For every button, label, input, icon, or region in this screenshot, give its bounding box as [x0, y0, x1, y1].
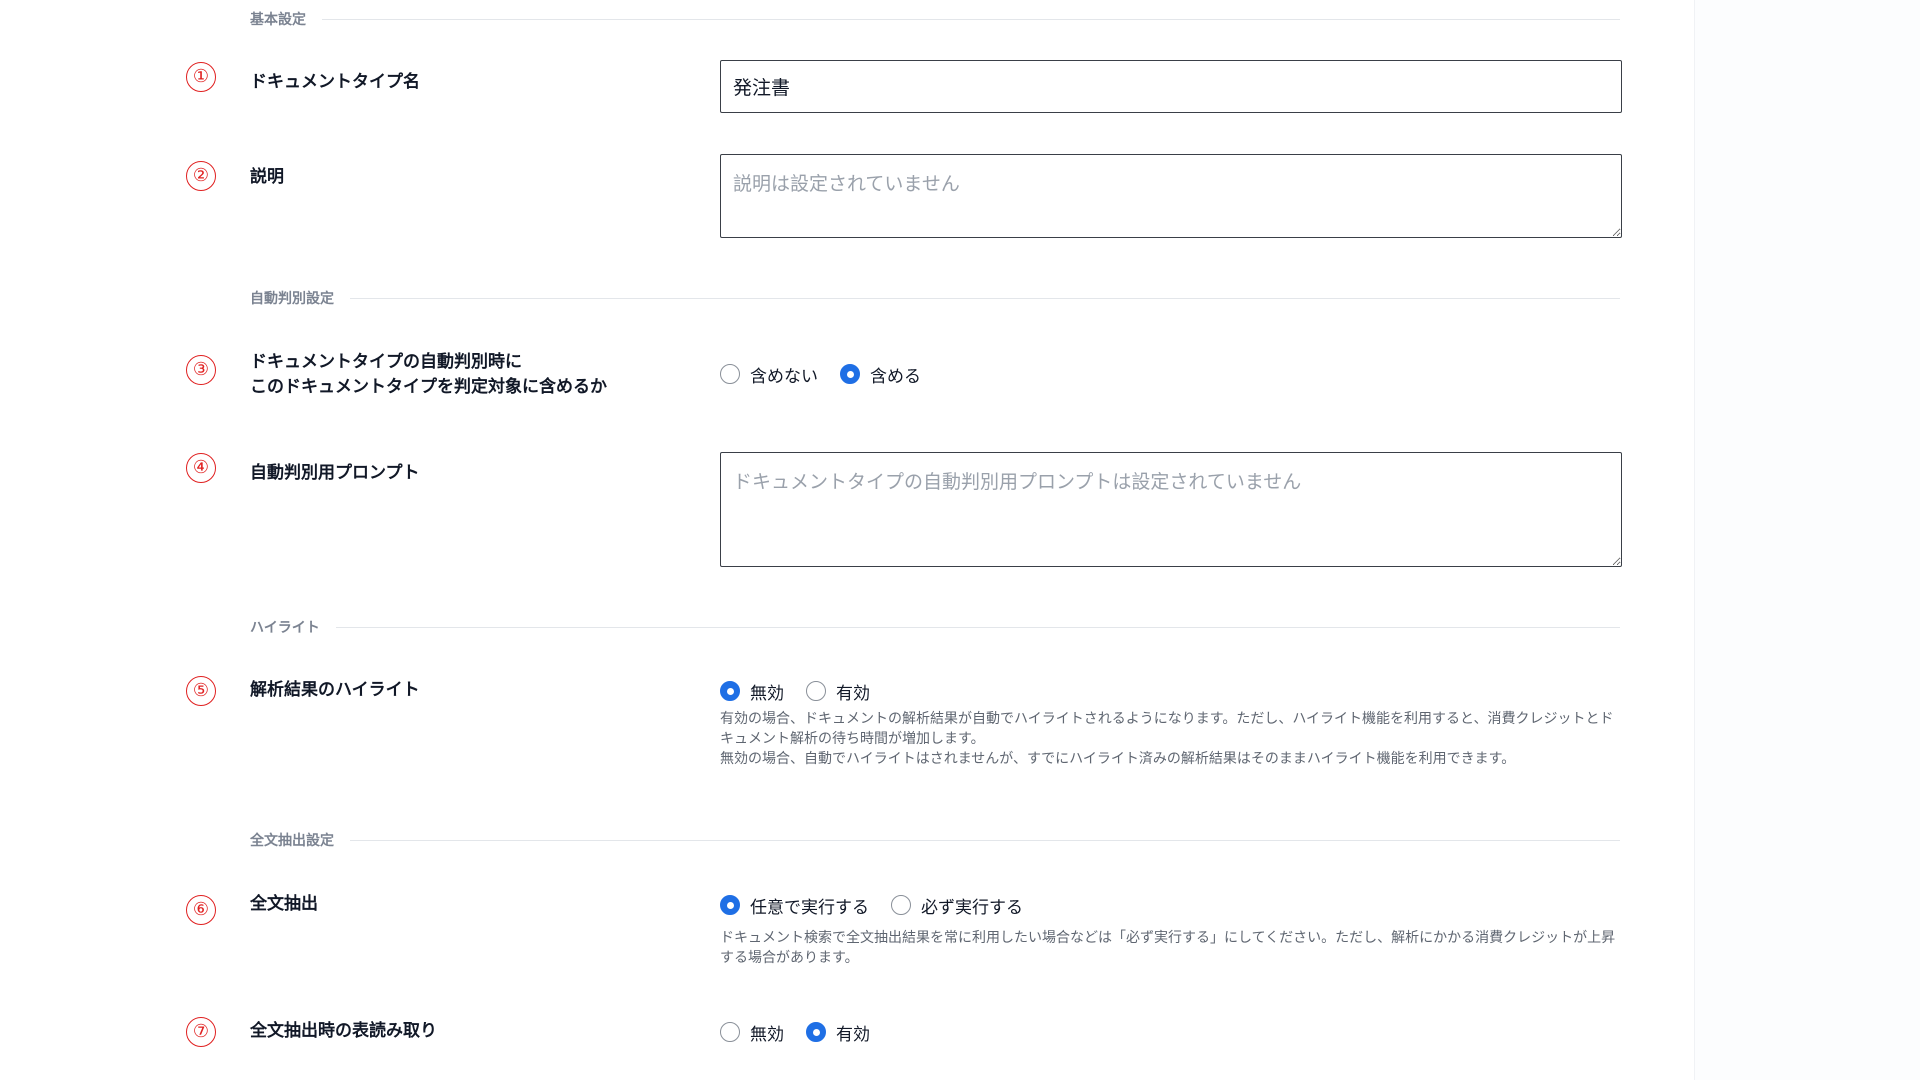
- marker-4: ④: [186, 453, 216, 483]
- section-fulltext: 全文抽出設定: [250, 830, 1620, 850]
- fulltext-help-text: ドキュメント検索で全文抽出結果を常に利用したい場合などは「必ず実行する」にしてく…: [720, 930, 1616, 966]
- doc-type-name-input[interactable]: [720, 60, 1622, 113]
- fulltext-table-option-disabled[interactable]: 無効: [720, 1020, 784, 1045]
- doc-type-name-label: ドキュメントタイプ名: [250, 72, 420, 92]
- radio-button-selected[interactable]: [720, 895, 740, 915]
- radio-label: 含める: [870, 366, 921, 387]
- radio-label: 必ず実行する: [921, 897, 1023, 918]
- radio-label: 無効: [750, 683, 784, 704]
- fulltext-table-label: 全文抽出時の表読み取り: [250, 1021, 437, 1041]
- auto-include-option-exclude[interactable]: 含めない: [720, 362, 818, 387]
- highlight-help-text: 有効の場合、ドキュメントの解析結果が自動でハイライトされるようになります。ただし…: [720, 709, 1625, 769]
- radio-button-selected[interactable]: [720, 681, 740, 701]
- highlight-help-disabled: 無効の場合、自動でハイライトはされませんが、すでにハイライト済みの解析結果はその…: [720, 751, 1516, 767]
- marker-1: ①: [186, 62, 216, 92]
- highlight-label: 解析結果のハイライト: [250, 680, 420, 700]
- right-side-panel: [1694, 0, 1920, 1080]
- fulltext-option-optional[interactable]: 任意で実行する: [720, 893, 869, 918]
- fulltext-table-radio-group: 無効 有効: [720, 1019, 892, 1045]
- section-divider: [322, 18, 1620, 20]
- radio-label: 有効: [836, 1024, 870, 1045]
- section-basic: 基本設定: [250, 9, 1620, 29]
- auto-include-label: ドキュメントタイプの自動判別時に このドキュメントタイプを判定対象に含めるか: [250, 350, 607, 400]
- marker-3: ③: [186, 355, 216, 385]
- auto-prompt-label: 自動判別用プロンプト: [250, 463, 420, 483]
- radio-button[interactable]: [720, 1022, 740, 1042]
- highlight-option-enabled[interactable]: 有効: [806, 679, 870, 704]
- radio-button-selected[interactable]: [806, 1022, 826, 1042]
- fulltext-option-always[interactable]: 必ず実行する: [891, 893, 1023, 918]
- radio-label: 無効: [750, 1024, 784, 1045]
- auto-include-radio-group: 含めない 含める: [720, 361, 943, 387]
- section-title: 全文抽出設定: [250, 833, 334, 849]
- radio-label: 含めない: [750, 366, 818, 387]
- marker-2: ②: [186, 161, 216, 191]
- fulltext-radio-group: 任意で実行する 必ず実行する: [720, 892, 1045, 918]
- section-title: 基本設定: [250, 12, 306, 28]
- radio-label: 任意で実行する: [750, 897, 869, 918]
- radio-button-selected[interactable]: [840, 364, 860, 384]
- marker-6: ⑥: [186, 895, 216, 925]
- radio-button[interactable]: [806, 681, 826, 701]
- marker-5: ⑤: [186, 676, 216, 706]
- auto-include-label-line2: このドキュメントタイプを判定対象に含めるか: [250, 377, 607, 397]
- highlight-option-disabled[interactable]: 無効: [720, 679, 784, 704]
- section-title: ハイライト: [250, 620, 320, 636]
- auto-prompt-textarea[interactable]: [720, 452, 1622, 567]
- radio-button[interactable]: [720, 364, 740, 384]
- fulltext-table-option-enabled[interactable]: 有効: [806, 1020, 870, 1045]
- section-title: 自動判別設定: [250, 291, 334, 307]
- section-divider: [335, 626, 1620, 628]
- section-highlight: ハイライト: [250, 617, 1620, 637]
- description-label: 説明: [250, 167, 284, 187]
- radio-label: 有効: [836, 683, 870, 704]
- section-auto: 自動判別設定: [250, 288, 1620, 308]
- section-divider: [350, 839, 1620, 841]
- radio-button[interactable]: [891, 895, 911, 915]
- section-divider: [350, 297, 1620, 299]
- auto-include-option-include[interactable]: 含める: [840, 362, 921, 387]
- description-textarea[interactable]: [720, 154, 1622, 238]
- fulltext-label: 全文抽出: [250, 894, 318, 914]
- auto-include-label-line1: ドキュメントタイプの自動判別時に: [250, 352, 522, 372]
- highlight-help-enabled: 有効の場合、ドキュメントの解析結果が自動でハイライトされるようになります。ただし…: [720, 711, 1614, 747]
- highlight-radio-group: 無効 有効: [720, 678, 892, 704]
- marker-7: ⑦: [186, 1017, 216, 1047]
